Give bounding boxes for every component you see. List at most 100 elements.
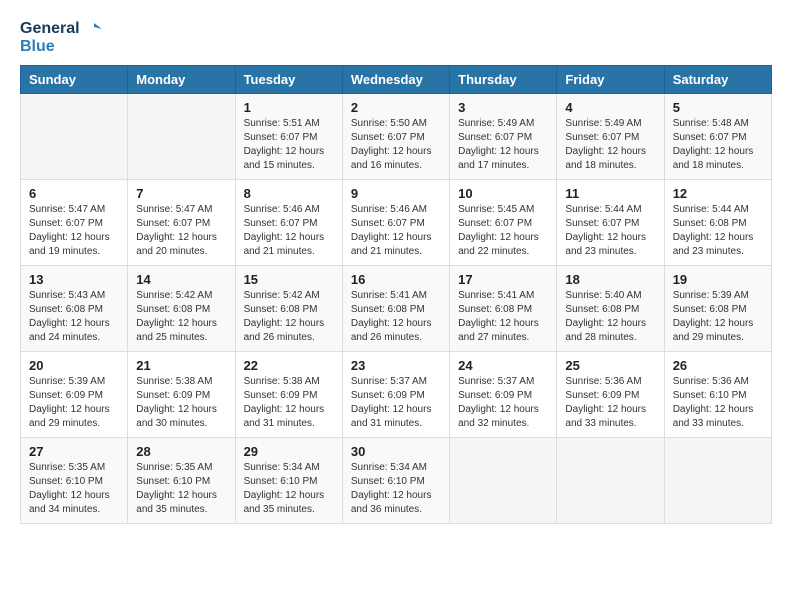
day-cell: 23 Sunrise: 5:37 AM Sunset: 6:09 PM Dayli… bbox=[342, 352, 449, 438]
day-number: 28 bbox=[136, 444, 226, 459]
day-number: 7 bbox=[136, 186, 226, 201]
logo: General Blue bbox=[20, 20, 102, 55]
logo-container: General Blue bbox=[20, 20, 102, 55]
day-cell: 24Sunrise: 5:37 AM Sunset: 6:09 PM Dayli… bbox=[450, 352, 557, 438]
day-info: Sunrise: 5:48 AM Sunset: 6:07 PM Dayligh… bbox=[673, 117, 763, 173]
day-cell: 16 Sunrise: 5:41 AM Sunset: 6:08 PM Dayli… bbox=[342, 266, 449, 352]
day-info: Sunrise: 5:38 AM Sunset: 6:09 PM Dayligh… bbox=[136, 375, 226, 431]
day-number: 16 bbox=[351, 272, 441, 287]
logo-general: General bbox=[20, 20, 80, 37]
day-info: Sunrise: 5:35 AM Sunset: 6:10 PM Dayligh… bbox=[29, 461, 119, 517]
day-info: Sunrise: 5:46 AM Sunset: 6:07 PM Dayligh… bbox=[244, 203, 334, 259]
day-cell: 29 Sunrise: 5:34 AM Sunset: 6:10 PM Dayli… bbox=[235, 438, 342, 524]
day-info: Sunrise: 5:50 AM Sunset: 6:07 PM Dayligh… bbox=[351, 117, 441, 173]
day-info: Sunrise: 5:45 AM Sunset: 6:07 PM Dayligh… bbox=[458, 203, 548, 259]
day-number: 17 bbox=[458, 272, 548, 287]
day-number: 21 bbox=[136, 358, 226, 373]
day-cell: 21 Sunrise: 5:38 AM Sunset: 6:09 PM Dayli… bbox=[128, 352, 235, 438]
day-number: 25 bbox=[565, 358, 655, 373]
day-cell bbox=[21, 94, 128, 180]
logo-bird-icon bbox=[86, 21, 102, 37]
header-saturday: Saturday bbox=[664, 66, 771, 94]
day-number: 3 bbox=[458, 100, 548, 115]
day-cell: 8Sunrise: 5:46 AM Sunset: 6:07 PM Daylig… bbox=[235, 180, 342, 266]
day-info: Sunrise: 5:36 AM Sunset: 6:10 PM Dayligh… bbox=[673, 375, 763, 431]
day-number: 15 bbox=[244, 272, 334, 287]
day-info: Sunrise: 5:34 AM Sunset: 6:10 PM Dayligh… bbox=[351, 461, 441, 517]
day-cell: 7 Sunrise: 5:47 AM Sunset: 6:07 PM Daylig… bbox=[128, 180, 235, 266]
day-cell: 28 Sunrise: 5:35 AM Sunset: 6:10 PM Dayli… bbox=[128, 438, 235, 524]
day-cell: 6 Sunrise: 5:47 AM Sunset: 6:07 PM Daylig… bbox=[21, 180, 128, 266]
day-info: Sunrise: 5:47 AM Sunset: 6:07 PM Dayligh… bbox=[29, 203, 119, 259]
header-sunday: Sunday bbox=[21, 66, 128, 94]
day-cell: 1 Sunrise: 5:51 AM Sunset: 6:07 PM Daylig… bbox=[235, 94, 342, 180]
day-number: 23 bbox=[351, 358, 441, 373]
day-number: 1 bbox=[244, 100, 334, 115]
day-cell: 5Sunrise: 5:48 AM Sunset: 6:07 PM Daylig… bbox=[664, 94, 771, 180]
day-info: Sunrise: 5:49 AM Sunset: 6:07 PM Dayligh… bbox=[458, 117, 548, 173]
day-number: 14 bbox=[136, 272, 226, 287]
day-number: 12 bbox=[673, 186, 763, 201]
week-row-3: 13 Sunrise: 5:43 AM Sunset: 6:08 PM Dayli… bbox=[21, 266, 772, 352]
day-cell: 10 Sunrise: 5:45 AM Sunset: 6:07 PM Dayli… bbox=[450, 180, 557, 266]
day-info: Sunrise: 5:40 AM Sunset: 6:08 PM Dayligh… bbox=[565, 289, 655, 345]
header-tuesday: Tuesday bbox=[235, 66, 342, 94]
week-row-2: 6 Sunrise: 5:47 AM Sunset: 6:07 PM Daylig… bbox=[21, 180, 772, 266]
header-wednesday: Wednesday bbox=[342, 66, 449, 94]
day-number: 22 bbox=[244, 358, 334, 373]
day-cell: 20Sunrise: 5:39 AM Sunset: 6:09 PM Dayli… bbox=[21, 352, 128, 438]
day-cell: 3 Sunrise: 5:49 AM Sunset: 6:07 PM Daylig… bbox=[450, 94, 557, 180]
day-number: 6 bbox=[29, 186, 119, 201]
day-cell: 30Sunrise: 5:34 AM Sunset: 6:10 PM Dayli… bbox=[342, 438, 449, 524]
day-info: Sunrise: 5:39 AM Sunset: 6:08 PM Dayligh… bbox=[673, 289, 763, 345]
day-number: 13 bbox=[29, 272, 119, 287]
day-number: 26 bbox=[673, 358, 763, 373]
day-cell bbox=[664, 438, 771, 524]
day-info: Sunrise: 5:41 AM Sunset: 6:08 PM Dayligh… bbox=[351, 289, 441, 345]
logo-blue: Blue bbox=[20, 38, 55, 55]
day-cell: 13 Sunrise: 5:43 AM Sunset: 6:08 PM Dayli… bbox=[21, 266, 128, 352]
day-cell: 19 Sunrise: 5:39 AM Sunset: 6:08 PM Dayli… bbox=[664, 266, 771, 352]
day-info: Sunrise: 5:41 AM Sunset: 6:08 PM Dayligh… bbox=[458, 289, 548, 345]
day-number: 18 bbox=[565, 272, 655, 287]
day-cell: 27Sunrise: 5:35 AM Sunset: 6:10 PM Dayli… bbox=[21, 438, 128, 524]
header-thursday: Thursday bbox=[450, 66, 557, 94]
day-info: Sunrise: 5:34 AM Sunset: 6:10 PM Dayligh… bbox=[244, 461, 334, 517]
day-number: 4 bbox=[565, 100, 655, 115]
header-friday: Friday bbox=[557, 66, 664, 94]
day-cell: 12Sunrise: 5:44 AM Sunset: 6:08 PM Dayli… bbox=[664, 180, 771, 266]
day-number: 11 bbox=[565, 186, 655, 201]
day-number: 10 bbox=[458, 186, 548, 201]
day-info: Sunrise: 5:38 AM Sunset: 6:09 PM Dayligh… bbox=[244, 375, 334, 431]
day-cell: 22 Sunrise: 5:38 AM Sunset: 6:09 PM Dayli… bbox=[235, 352, 342, 438]
page-header: General Blue bbox=[20, 20, 772, 55]
calendar: SundayMondayTuesdayWednesdayThursdayFrid… bbox=[20, 65, 772, 524]
day-cell bbox=[128, 94, 235, 180]
day-info: Sunrise: 5:42 AM Sunset: 6:08 PM Dayligh… bbox=[136, 289, 226, 345]
day-cell: 17 Sunrise: 5:41 AM Sunset: 6:08 PM Dayli… bbox=[450, 266, 557, 352]
day-number: 9 bbox=[351, 186, 441, 201]
week-row-4: 20Sunrise: 5:39 AM Sunset: 6:09 PM Dayli… bbox=[21, 352, 772, 438]
day-number: 2 bbox=[351, 100, 441, 115]
day-info: Sunrise: 5:37 AM Sunset: 6:09 PM Dayligh… bbox=[351, 375, 441, 431]
day-number: 29 bbox=[244, 444, 334, 459]
day-info: Sunrise: 5:39 AM Sunset: 6:09 PM Dayligh… bbox=[29, 375, 119, 431]
day-cell: 18 Sunrise: 5:40 AM Sunset: 6:08 PM Dayli… bbox=[557, 266, 664, 352]
day-info: Sunrise: 5:51 AM Sunset: 6:07 PM Dayligh… bbox=[244, 117, 334, 173]
week-row-5: 27Sunrise: 5:35 AM Sunset: 6:10 PM Dayli… bbox=[21, 438, 772, 524]
day-info: Sunrise: 5:36 AM Sunset: 6:09 PM Dayligh… bbox=[565, 375, 655, 431]
day-cell: 2 Sunrise: 5:50 AM Sunset: 6:07 PM Daylig… bbox=[342, 94, 449, 180]
day-info: Sunrise: 5:35 AM Sunset: 6:10 PM Dayligh… bbox=[136, 461, 226, 517]
day-cell: 25 Sunrise: 5:36 AM Sunset: 6:09 PM Dayli… bbox=[557, 352, 664, 438]
day-cell: 26 Sunrise: 5:36 AM Sunset: 6:10 PM Dayli… bbox=[664, 352, 771, 438]
day-cell bbox=[557, 438, 664, 524]
day-info: Sunrise: 5:43 AM Sunset: 6:08 PM Dayligh… bbox=[29, 289, 119, 345]
day-number: 19 bbox=[673, 272, 763, 287]
header-monday: Monday bbox=[128, 66, 235, 94]
day-info: Sunrise: 5:37 AM Sunset: 6:09 PM Dayligh… bbox=[458, 375, 548, 431]
day-info: Sunrise: 5:42 AM Sunset: 6:08 PM Dayligh… bbox=[244, 289, 334, 345]
day-info: Sunrise: 5:49 AM Sunset: 6:07 PM Dayligh… bbox=[565, 117, 655, 173]
week-row-1: 1 Sunrise: 5:51 AM Sunset: 6:07 PM Daylig… bbox=[21, 94, 772, 180]
day-cell: 9Sunrise: 5:46 AM Sunset: 6:07 PM Daylig… bbox=[342, 180, 449, 266]
day-info: Sunrise: 5:47 AM Sunset: 6:07 PM Dayligh… bbox=[136, 203, 226, 259]
